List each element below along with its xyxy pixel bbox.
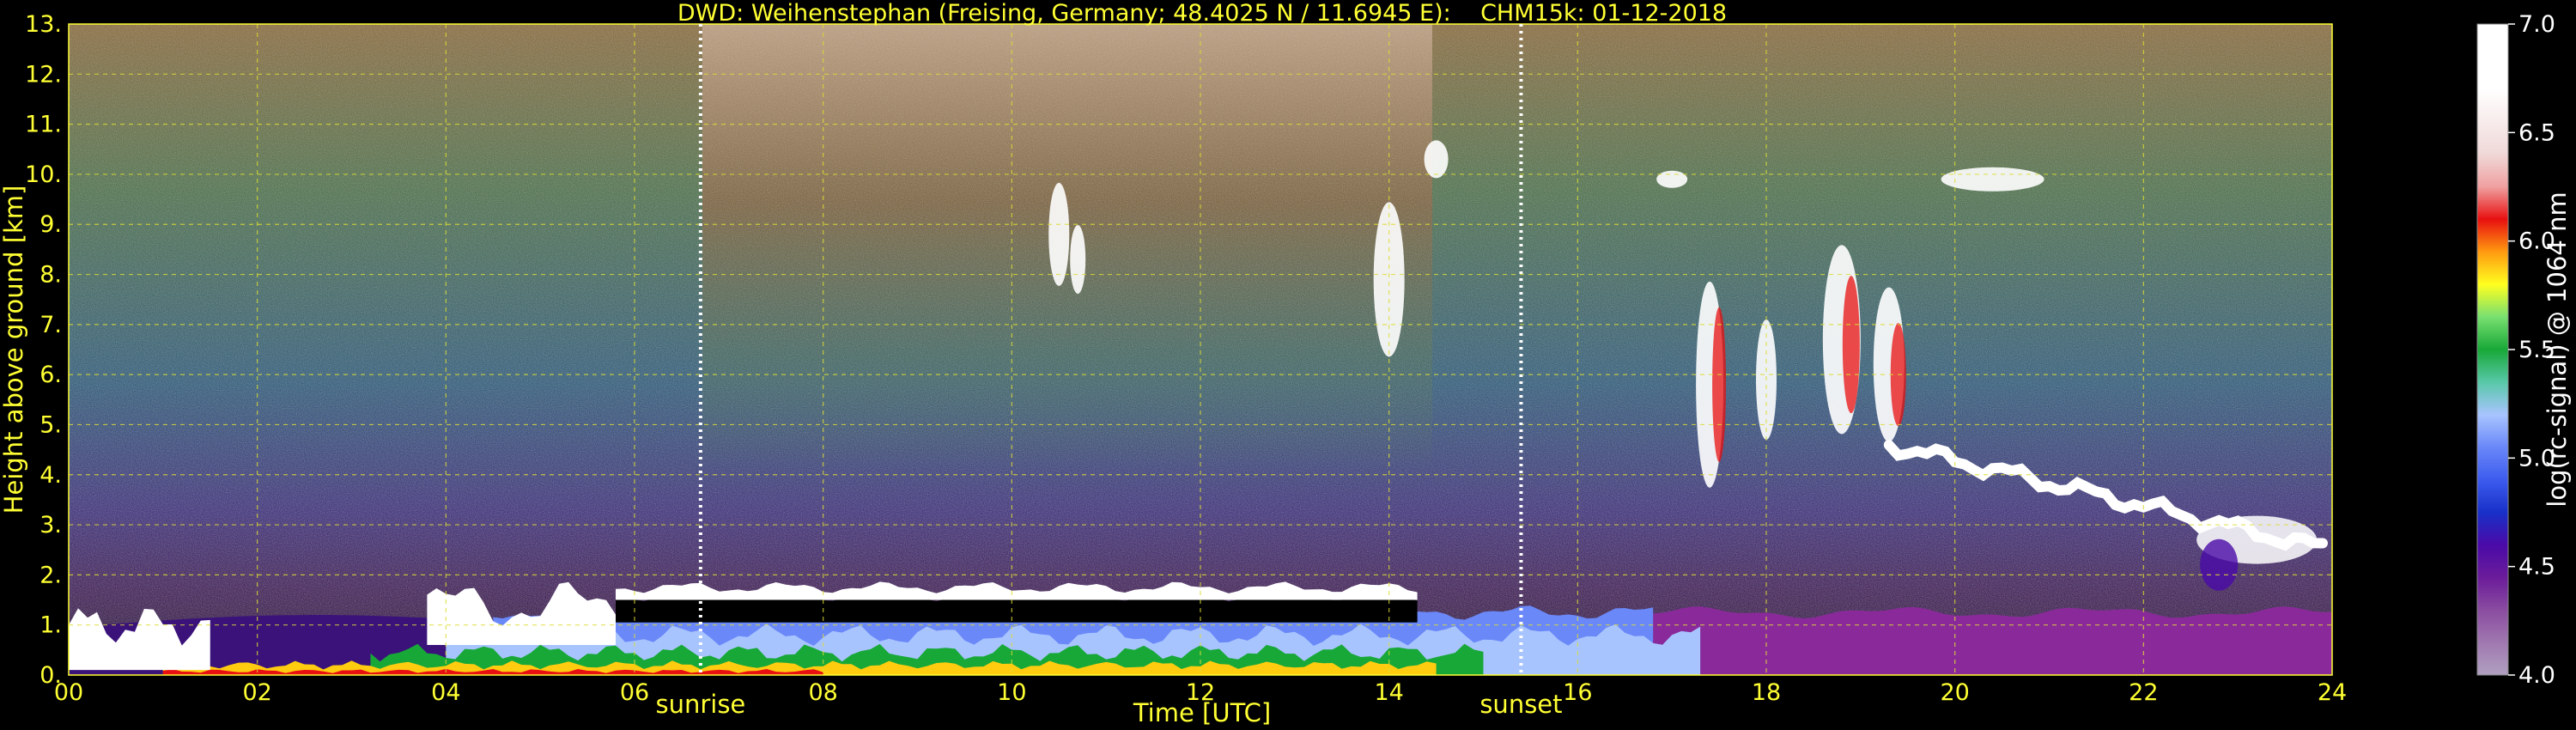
aerosol-magenta-band	[1625, 606, 2332, 675]
cloud-streak	[1070, 225, 1086, 295]
x-tick-label: 14	[1374, 679, 1403, 706]
y-axis-label: Height above ground [km]	[0, 186, 28, 514]
y-tick-label: 1.	[39, 612, 62, 639]
y-tick-label: 10.	[25, 161, 62, 188]
x-tick-label: 20	[1940, 679, 1969, 706]
y-tick-label: 11.	[25, 112, 62, 138]
colorbar: 4.04.55.05.56.06.57.0 log(rc-signal) @ 1…	[2476, 11, 2572, 689]
y-tick-label: 5.	[39, 411, 62, 438]
colorbar-tick-label: 7.0	[2518, 11, 2555, 38]
x-tick-label: 22	[2129, 679, 2158, 706]
cloud-core	[1712, 307, 1727, 462]
evening-cloud-shadow	[2200, 538, 2239, 591]
y-tick-label: 8.	[39, 262, 62, 289]
cloud-streak	[1048, 182, 1070, 286]
x-tick-label: 18	[1752, 679, 1781, 706]
ceilometer-chart: sunrise sunset 00 02 04 06 08 10 12 14 16 18 20 22 24…	[0, 0, 2572, 727]
y-tick-label: 2.	[39, 562, 62, 588]
y-tick-label: 9.	[39, 211, 62, 238]
y-tick-label: 4.	[39, 462, 62, 489]
cloud-streak	[1941, 167, 2044, 192]
cloud-core	[1842, 276, 1860, 414]
x-tick-label: 06	[620, 679, 649, 706]
cloud-streak	[1656, 170, 1688, 188]
x-axis-label: Time [UTC]	[1133, 698, 1271, 727]
cloud-streak	[1424, 140, 1449, 179]
y-tick-label: 0.	[39, 662, 62, 689]
colorbar-tick-label: 4.0	[2518, 662, 2555, 689]
colorbar-tick-label: 4.5	[2518, 554, 2555, 581]
colorbar-tick-label: 6.5	[2518, 119, 2555, 146]
x-tick-label: 02	[242, 679, 271, 706]
x-tick-label: 04	[431, 679, 460, 706]
y-tick-label: 12.	[25, 61, 62, 88]
y-tick-label: 7.	[39, 312, 62, 338]
x-tick-label: 10	[997, 679, 1026, 706]
colorbar-label: log(rc-signal) @ 1064 nm	[2543, 192, 2572, 507]
colorbar-gradient	[2477, 24, 2508, 675]
marker-sunset-label: sunset	[1479, 690, 1562, 719]
x-tick-label: 24	[2318, 679, 2347, 706]
marker-sunrise-label: sunrise	[655, 690, 745, 719]
y-axis-ticks: 0. 1. 2. 3. 4. 5. 6. 7. 8. 9. 10. 11. 12. 13.	[25, 11, 62, 689]
y-tick-label: 13.	[25, 11, 62, 38]
chart-title: DWD: Weihenstephan (Freising, Germany; 4…	[677, 0, 1727, 27]
y-tick-label: 6.	[39, 362, 62, 388]
y-tick-label: 3.	[39, 512, 62, 538]
x-tick-label: 08	[808, 679, 837, 706]
x-tick-label: 16	[1563, 679, 1592, 706]
